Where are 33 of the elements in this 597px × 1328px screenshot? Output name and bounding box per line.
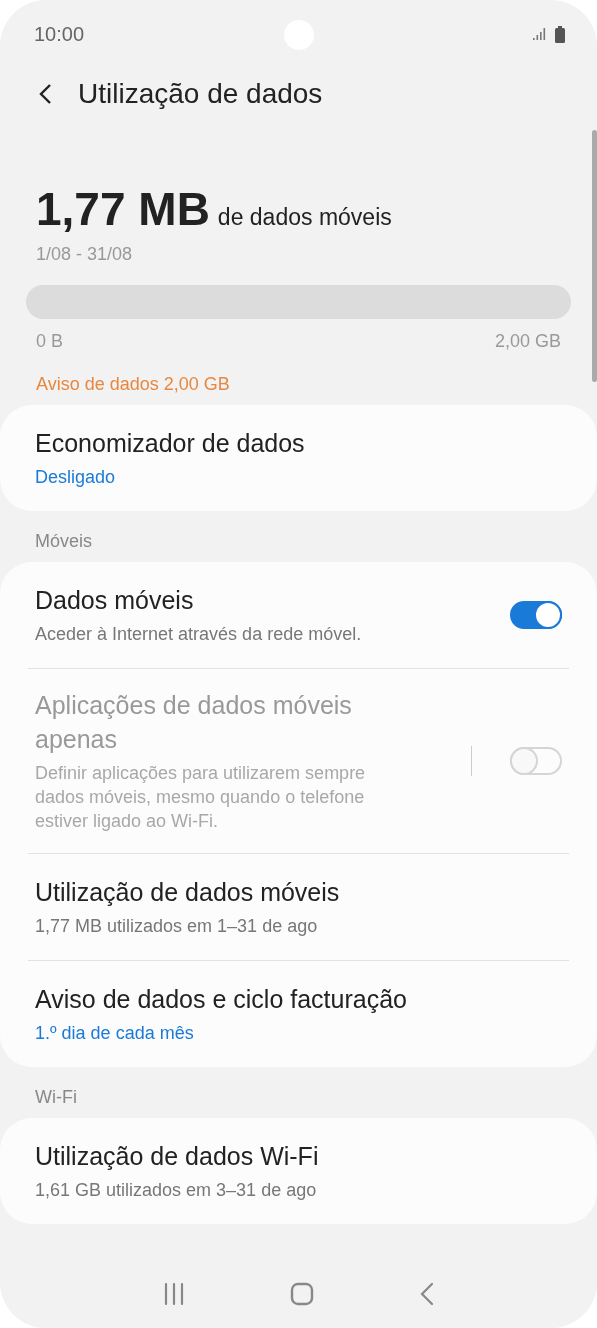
item-title: Utilização de dados Wi-Fi	[35, 1141, 320, 1173]
item-title: Utilização de dados móveis	[35, 877, 341, 909]
battery-icon	[555, 25, 565, 43]
item-subtitle: Desligado	[35, 465, 117, 489]
item-subtitle: 1,61 GB utilizados em 3–31 de ago	[35, 1179, 318, 1203]
usage-period: 1/08 - 31/08	[35, 244, 134, 265]
item-subtitle: Aceder à Internet através da rede móvel.	[35, 622, 363, 646]
back-icon	[38, 83, 52, 105]
item-title: Economizador de dados	[35, 427, 306, 459]
item-subtitle: Definir aplicações para utilizarem sempre dados móveis, mesmo quando o telefone estiver ligado ao Wi-Fi.	[35, 761, 367, 834]
data-warning-label: Aviso de dados 2,00 GB	[35, 373, 231, 395]
signal-icon	[532, 27, 546, 41]
settings-item[interactable]: Economizador de dados Desligado	[0, 405, 597, 511]
usage-amount: 1,77 MB	[36, 182, 210, 236]
item-subtitle: 1,77 MB utilizados em 1–31 de ago	[35, 915, 319, 939]
toggle-switch[interactable]	[510, 601, 562, 629]
item-title: Dados móveis	[35, 584, 195, 616]
item-subtitle: 1.º dia de cada mês	[35, 1022, 195, 1046]
settings-item[interactable]: Dados móveis Aceder à Internet através da rede móvel.	[0, 562, 597, 668]
item-title: Aplicações de dados móveis apenas	[35, 690, 353, 755]
item-title: Aviso de dados e ciclo facturação	[35, 984, 408, 1016]
scale-min-label: 0 B	[36, 331, 64, 352]
status-time: 10:00	[34, 22, 85, 46]
usage-unit-label: de dados móveis	[217, 204, 392, 231]
scale-max-label: 2,00 GB	[494, 331, 561, 352]
settings-item[interactable]: Utilização de dados móveis 1,77 MB utilizados em 1–31 de ago	[0, 854, 597, 961]
settings-item[interactable]: Aviso de dados e ciclo facturação 1.º dia de cada mês	[0, 961, 597, 1068]
section-header: Móveis	[34, 530, 93, 553]
section-header: Wi-Fi	[34, 1086, 78, 1110]
back-nav-icon[interactable]	[418, 1282, 435, 1306]
page-title: Utilização de dados	[78, 78, 323, 110]
home-icon[interactable]	[290, 1282, 315, 1306]
settings-item[interactable]: Utilização de dados Wi-Fi 1,61 GB utilizados em 3–31 de ago	[0, 1118, 597, 1225]
